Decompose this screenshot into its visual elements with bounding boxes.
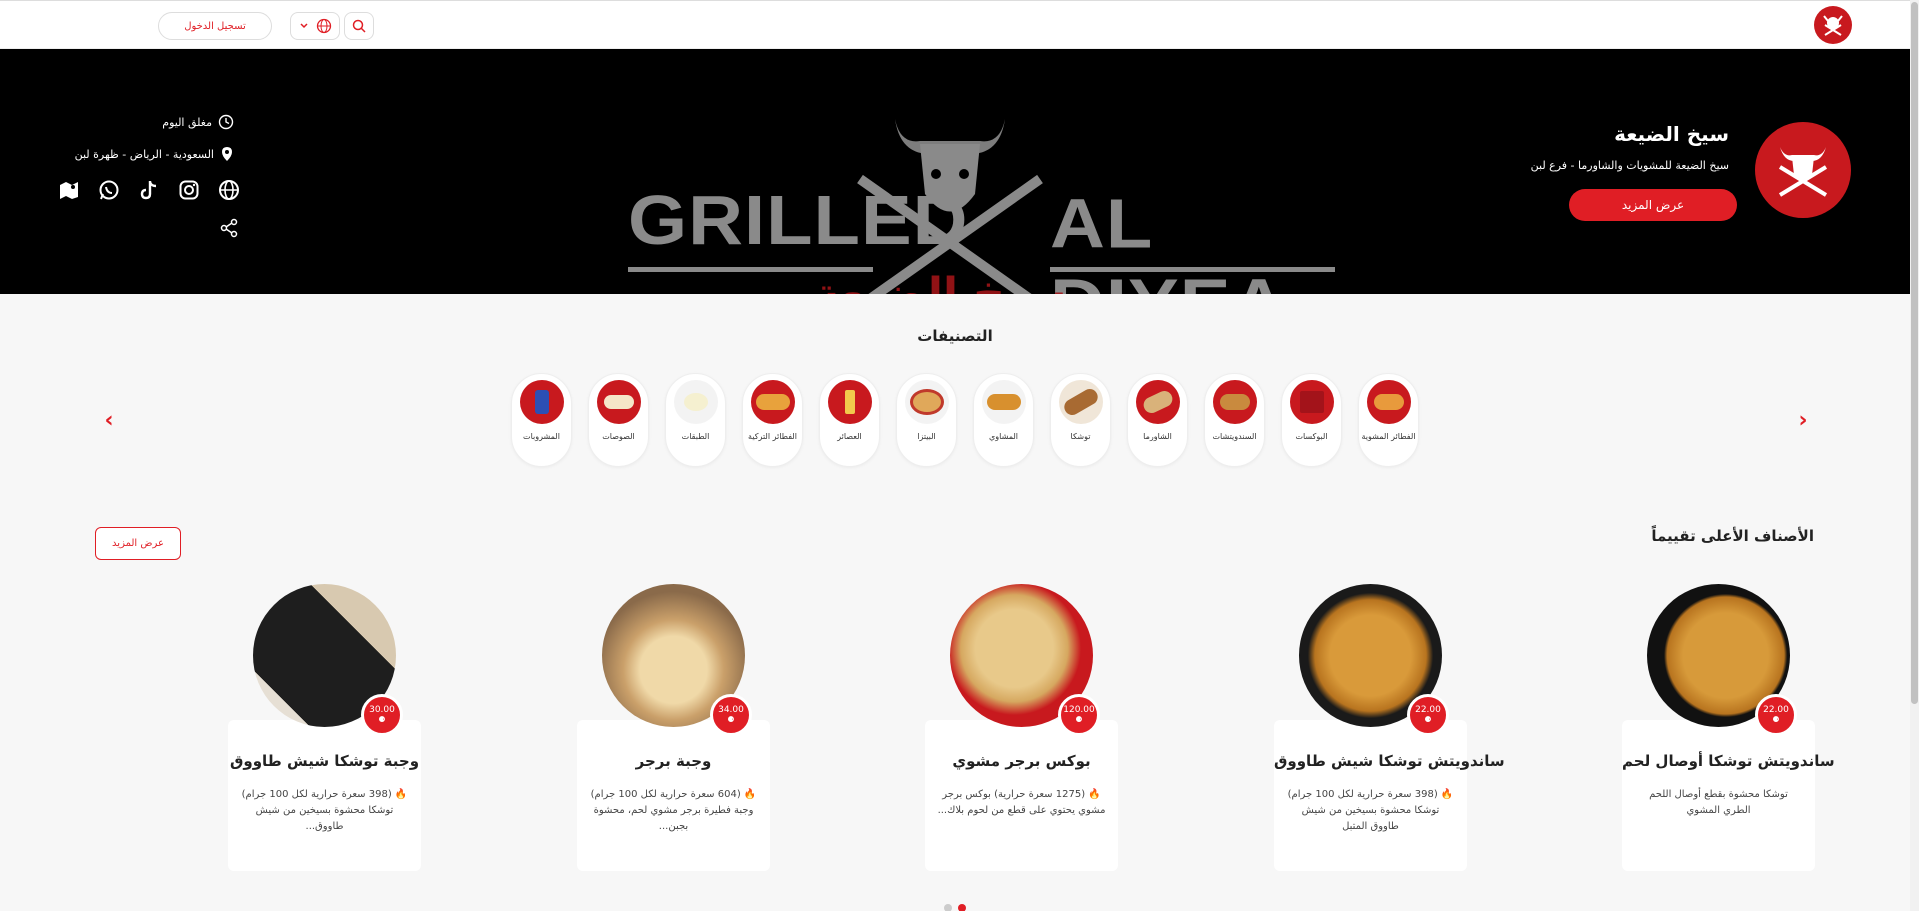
category-label: الصوصات [602, 432, 635, 441]
category-image [1058, 380, 1103, 424]
restaurant-name: سيخ الضيعة [1614, 122, 1729, 146]
show-more-button[interactable]: عرض المزيد [1569, 189, 1737, 221]
share-icon[interactable] [218, 217, 240, 239]
category-label: الطبقات [681, 432, 710, 441]
category-label: البيتزا [917, 432, 936, 441]
category-item[interactable]: البيتزا [896, 373, 957, 467]
product-description: 🔥 (398 سعرة حرارية لكل 100 جرام) توشكا م… [1287, 789, 1454, 832]
price-badge: 22.00 ⚈ [1407, 694, 1449, 736]
product-name: وجبة برجر [635, 752, 712, 770]
category-image [1212, 380, 1257, 424]
location-text: السعودية - الرياض - ظهرة لبن [74, 147, 214, 161]
bull-icon [857, 119, 1043, 294]
carousel-pagination [944, 904, 966, 911]
product-card[interactable]: 30.00 ⚈ وجبة توشكا شيش طاووق 🔥 (398 سعرة … [228, 584, 421, 871]
product-card[interactable]: 34.00 ⚈ وجبة برجر 🔥 (604 سعرة حرارية لكل … [577, 584, 770, 871]
product-description: توشكا محشوة بقطع أوصال اللحم الطري المشو… [1649, 789, 1788, 816]
restaurant-logo-icon [1755, 122, 1851, 218]
category-item[interactable]: توشكا [1050, 373, 1111, 467]
categories-carousel: الفطائر المشوية البوكسات السندويتشات الش… [508, 373, 1419, 467]
category-image [827, 380, 872, 424]
hero-banner: GRILLED AL DIYEA سيخ الضيعة سيخ الضيعة س… [0, 49, 1910, 294]
search-button[interactable] [344, 12, 374, 40]
price-badge: 120.00 ⚈ [1058, 694, 1100, 736]
top-navbar: تسجيل الدخول [0, 0, 1910, 49]
product-description: 🔥 (604 سعرة حرارية لكل 100 جرام) وجبة فط… [590, 789, 757, 832]
category-image [981, 380, 1026, 424]
instagram-icon[interactable] [178, 179, 200, 201]
category-label: الفطائر التركية [748, 432, 797, 441]
clock-icon [218, 114, 234, 130]
price-badge: 30.00 ⚈ [361, 694, 403, 736]
category-label: السندويتشات [1212, 432, 1257, 441]
category-label: العصائر [837, 432, 862, 441]
product-name: ساندويتش توشكا شيش طاووق [1274, 752, 1505, 770]
category-item[interactable]: العصائر [819, 373, 880, 467]
category-item[interactable]: الشاورما [1127, 373, 1188, 467]
search-icon [352, 19, 366, 33]
brand-logo-icon[interactable] [1814, 6, 1852, 44]
categories-prev-arrow[interactable]: ‹ [97, 408, 121, 433]
language-selector[interactable] [290, 12, 340, 40]
scrollbar-thumb[interactable] [1911, 2, 1918, 704]
category-item[interactable]: السندويتشات [1204, 373, 1265, 467]
product-name: وجبة توشكا شيش طاووق [229, 752, 420, 770]
category-image [1135, 380, 1180, 424]
globe-icon [316, 18, 331, 34]
page-scrollbar[interactable] [1910, 0, 1919, 911]
top-rated-title: الأصناف الأعلى تقييماً [1651, 527, 1814, 545]
category-image [1366, 380, 1411, 424]
categories-next-arrow[interactable]: › [1791, 408, 1815, 433]
category-label: البوكسات [1295, 432, 1328, 441]
price-badge: 22.00 ⚈ [1755, 694, 1797, 736]
category-image [673, 380, 718, 424]
map-icon[interactable] [58, 179, 80, 201]
tiktok-icon[interactable] [138, 179, 160, 201]
product-description: 🔥 (398 سعرة حرارية لكل 100 جرام) توشكا م… [241, 789, 408, 832]
category-image [596, 380, 641, 424]
category-label: توشكا [1070, 432, 1091, 441]
product-card[interactable]: 22.00 ⚈ ساندويتش توشكا أوصال لحم توشكا مح… [1622, 584, 1835, 871]
category-item[interactable]: المشروبات [511, 373, 572, 467]
price-badge: 34.00 ⚈ [710, 694, 752, 736]
category-item[interactable]: المشاوي [973, 373, 1034, 467]
product-card[interactable]: 120.00 ⚈ بوكس برجر مشوي 🔥 (1275 سعرة حرار… [925, 584, 1118, 871]
pagination-dot[interactable] [944, 904, 952, 911]
category-item[interactable]: البوكسات [1281, 373, 1342, 467]
category-image [904, 380, 949, 424]
pagination-dot-active[interactable] [958, 904, 966, 911]
website-icon[interactable] [218, 179, 240, 201]
product-card[interactable]: 22.00 ⚈ ساندويتش توشكا شيش طاووق 🔥 (398 س… [1274, 584, 1505, 871]
category-image [1289, 380, 1334, 424]
opening-status: مغلق اليوم [162, 114, 234, 130]
social-links [58, 179, 240, 201]
restaurant-subtitle: سيخ الضيعة للمشويات والشاورما - فرع لبن [1530, 159, 1729, 172]
category-item[interactable]: الفطائر المشوية [1358, 373, 1419, 467]
product-description: 🔥 (1275 سعرة حرارية) بوكس برجر مشوي يحتو… [937, 789, 1106, 816]
category-label: الفطائر المشوية [1361, 432, 1416, 441]
location-pin-icon [222, 147, 232, 161]
banner-logo-image: GRILLED AL DIYEA سيخ الضيعة [560, 99, 1340, 294]
banner-arabic-name: سيخ الضيعة [620, 269, 1260, 294]
category-image [519, 380, 564, 424]
login-button[interactable]: تسجيل الدخول [158, 12, 272, 40]
chevron-down-icon [299, 23, 308, 29]
status-text: مغلق اليوم [162, 115, 212, 129]
whatsapp-icon[interactable] [98, 179, 120, 201]
product-name: بوكس برجر مشوي [952, 752, 1091, 770]
category-label: المشاوي [989, 432, 1018, 441]
categories-title: التصنيفات [917, 327, 993, 345]
category-image [750, 380, 795, 424]
top-rated-more-button[interactable]: عرض المزيد [95, 527, 181, 560]
product-name: ساندويتش توشكا أوصال لحم [1622, 752, 1835, 770]
category-item[interactable]: الطبقات [665, 373, 726, 467]
category-item[interactable]: الصوصات [588, 373, 649, 467]
location-info[interactable]: السعودية - الرياض - ظهرة لبن [75, 146, 234, 162]
category-label: الشاورما [1143, 432, 1172, 441]
category-label: المشروبات [523, 432, 560, 441]
category-item[interactable]: الفطائر التركية [742, 373, 803, 467]
